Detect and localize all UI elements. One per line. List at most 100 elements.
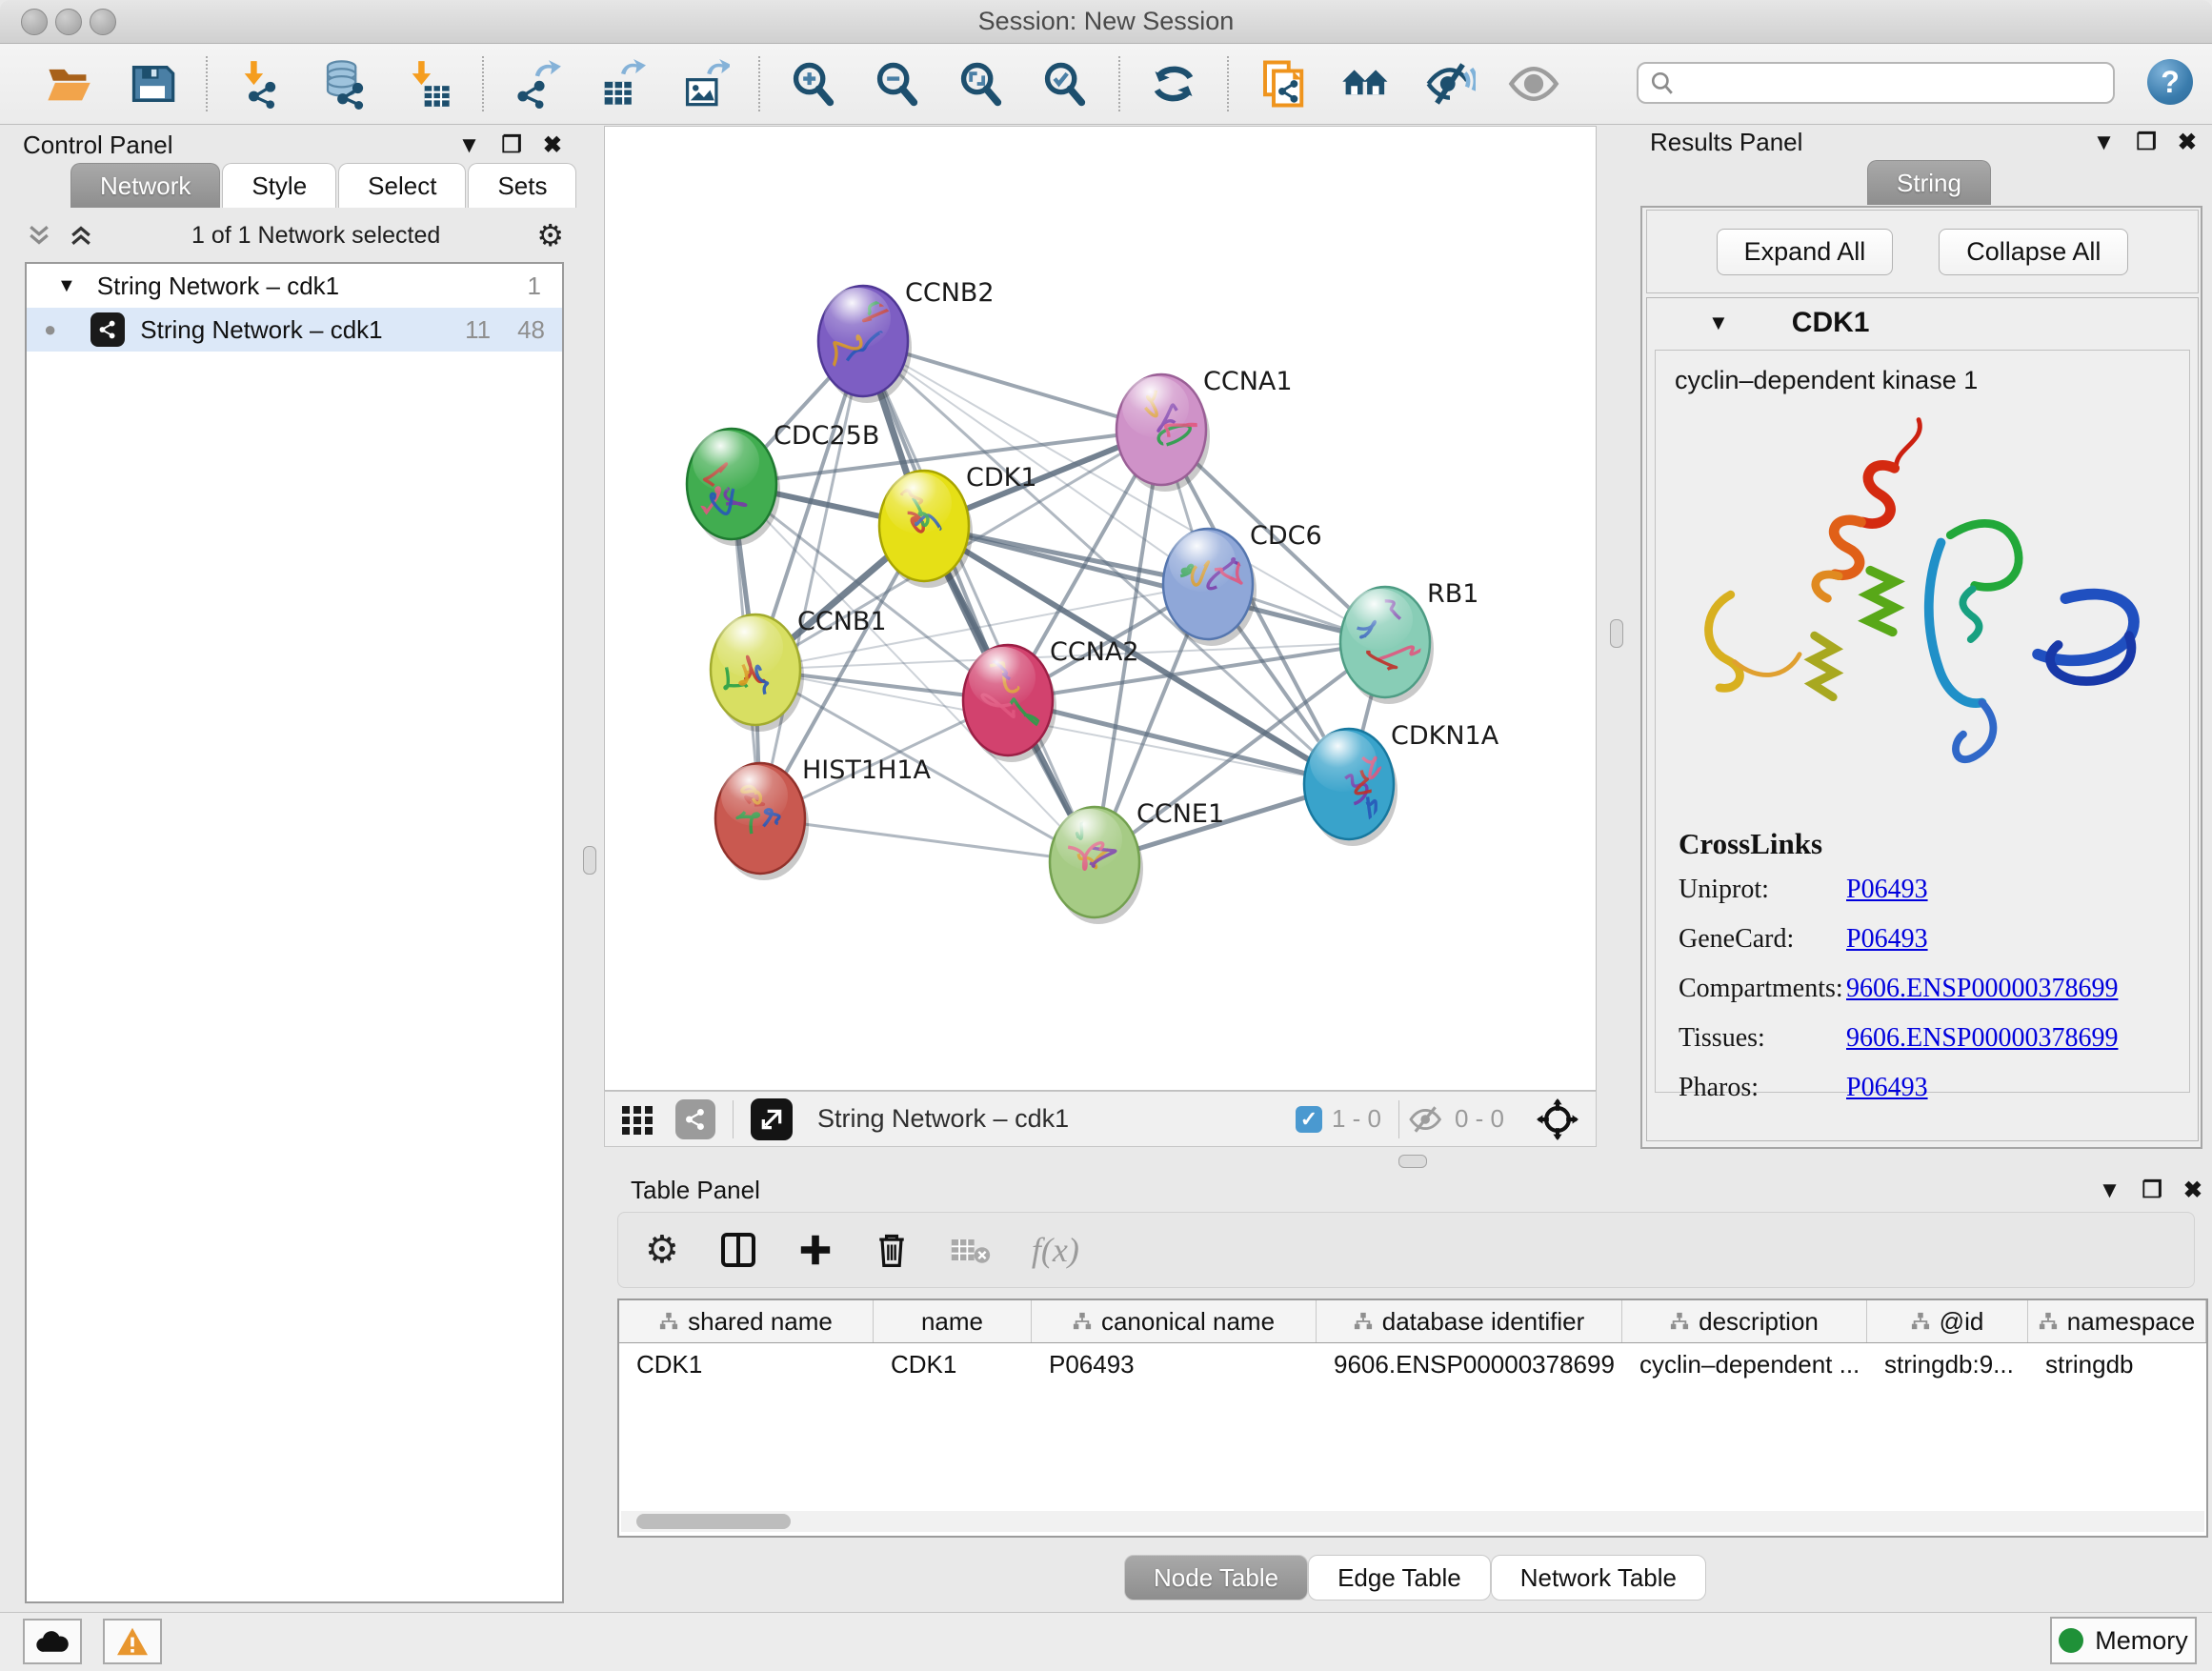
- string-copy-network-icon[interactable]: [1257, 58, 1308, 110]
- grid-view-icon[interactable]: [620, 1102, 654, 1137]
- function-builder-icon[interactable]: f(x): [1032, 1230, 1079, 1270]
- splitter-left-grip[interactable]: [583, 846, 596, 875]
- export-network-icon[interactable]: [512, 58, 563, 110]
- import-network-icon[interactable]: [235, 58, 287, 110]
- network-options-gear-icon[interactable]: ⚙: [536, 217, 564, 253]
- table-cell[interactable]: CDK1: [874, 1343, 1032, 1385]
- table-panel-float-icon[interactable]: ❐: [2142, 1179, 2162, 1202]
- control-panel-float-icon[interactable]: ❐: [501, 134, 522, 157]
- network-node-RB1[interactable]: [1340, 587, 1434, 704]
- tab-network[interactable]: Network: [70, 163, 220, 208]
- crosslink-link[interactable]: P06493: [1846, 875, 1928, 905]
- string-home-icon[interactable]: [1340, 58, 1392, 110]
- table-cell[interactable]: stringdb: [2028, 1343, 2206, 1385]
- tab-node-table[interactable]: Node Table: [1124, 1555, 1308, 1601]
- table-panel-close-icon[interactable]: ✖: [2183, 1179, 2202, 1202]
- apply-layout-icon[interactable]: [1148, 58, 1199, 110]
- memory-label: Memory: [2095, 1626, 2188, 1656]
- table-row[interactable]: CDK1CDK1P064939606.ENSP00000378699cyclin…: [619, 1343, 2206, 1385]
- hidden-items-eye-icon[interactable]: [1407, 1104, 1445, 1135]
- results-panel-float-icon[interactable]: ❐: [2136, 131, 2157, 154]
- network-graph[interactable]: CCNB2CCNA1CDC25BCDK1CDC6RB1CCNB1CCNA2CDK…: [605, 127, 1596, 1090]
- network-canvas[interactable]: CCNB2CCNA1CDC25BCDK1CDC6RB1CCNB1CCNA2CDK…: [604, 126, 1597, 1091]
- network-node-CDK1[interactable]: [879, 471, 973, 588]
- network-node-HIST1H1A[interactable]: [715, 763, 809, 880]
- string-eye-icon[interactable]: [1508, 58, 1559, 110]
- control-panel-menu-icon[interactable]: ▼: [458, 134, 481, 157]
- crosslink-link[interactable]: P06493: [1846, 1073, 1928, 1103]
- export-image-icon[interactable]: [679, 58, 731, 110]
- table-settings-gear-icon[interactable]: ⚙: [645, 1228, 679, 1272]
- tab-sets[interactable]: Sets: [468, 163, 576, 208]
- network-node-CCNB1[interactable]: [711, 614, 804, 732]
- column-header-name[interactable]: name: [874, 1300, 1032, 1342]
- open-in-window-icon[interactable]: [751, 1098, 793, 1140]
- show-columns-icon[interactable]: [719, 1231, 757, 1269]
- column-header-description[interactable]: description: [1622, 1300, 1867, 1342]
- crosslink-link[interactable]: P06493: [1846, 924, 1928, 955]
- collapse-all-icon[interactable]: [25, 221, 53, 250]
- tab-edge-table[interactable]: Edge Table: [1308, 1555, 1491, 1601]
- search-input[interactable]: [1684, 69, 2088, 97]
- network-node-CDKN1A[interactable]: [1304, 729, 1398, 846]
- selected-nodes-checkbox-icon[interactable]: ✓: [1296, 1106, 1322, 1133]
- search-box: [1637, 62, 2115, 104]
- splitter-bottom-grip[interactable]: [1398, 1155, 1427, 1168]
- expand-all-icon[interactable]: [67, 221, 95, 250]
- results-panel-menu-icon[interactable]: ▼: [2093, 131, 2116, 154]
- string-eye-slash-icon[interactable]: [1424, 58, 1476, 110]
- column-header-shared-name[interactable]: shared name: [619, 1300, 874, 1342]
- table-cell[interactable]: CDK1: [619, 1343, 874, 1385]
- birds-eye-crosshair-icon[interactable]: [1537, 1098, 1579, 1140]
- network-node-CCNE1[interactable]: [1050, 807, 1143, 924]
- collapse-all-button[interactable]: Collapse All: [1939, 229, 2128, 275]
- save-session-icon[interactable]: [127, 58, 178, 110]
- memory-button[interactable]: Memory: [2050, 1617, 2197, 1664]
- network-share-view-icon[interactable]: [675, 1099, 715, 1139]
- tab-string[interactable]: String: [1867, 160, 1991, 205]
- table-panel-menu-icon[interactable]: ▼: [2099, 1179, 2122, 1202]
- tab-style[interactable]: Style: [222, 163, 336, 208]
- import-table-icon[interactable]: [403, 58, 454, 110]
- zoom-out-icon[interactable]: [872, 58, 923, 110]
- column-header-database-identifier[interactable]: database identifier: [1317, 1300, 1622, 1342]
- delete-table-icon[interactable]: [950, 1234, 992, 1266]
- splitter-right-grip[interactable]: [1610, 619, 1623, 648]
- delete-column-icon[interactable]: [874, 1231, 910, 1269]
- network-node-CCNA2[interactable]: [963, 645, 1056, 762]
- network-node-CCNA1[interactable]: [1116, 374, 1210, 492]
- crosslink-link[interactable]: 9606.ENSP00000378699: [1846, 974, 2118, 1004]
- results-panel-close-icon[interactable]: ✖: [2178, 131, 2197, 154]
- help-button[interactable]: ?: [2147, 59, 2193, 105]
- network-edge-HIST1H1A-CCNE1[interactable]: [760, 818, 1095, 862]
- expand-all-button[interactable]: Expand All: [1717, 229, 1894, 275]
- network-node-CCNB2[interactable]: [818, 286, 912, 403]
- zoom-selected-icon[interactable]: [1039, 58, 1091, 110]
- cloud-button[interactable]: [23, 1619, 82, 1664]
- collection-disclosure-icon[interactable]: ▼: [57, 275, 76, 297]
- export-table-icon[interactable]: [595, 58, 647, 110]
- table-cell[interactable]: cyclin–dependent ...: [1622, 1343, 1867, 1385]
- table-cell[interactable]: 9606.ENSP00000378699: [1317, 1343, 1622, 1385]
- open-session-icon[interactable]: [43, 58, 94, 110]
- control-panel-close-icon[interactable]: ✖: [543, 134, 562, 157]
- network-edge-CCNB2-HIST1H1A[interactable]: [760, 341, 863, 818]
- column-header-@id[interactable]: @id: [1867, 1300, 2028, 1342]
- crosslink-link[interactable]: 9606.ENSP00000378699: [1846, 1023, 2118, 1054]
- gene-disclosure-icon[interactable]: ▼: [1708, 311, 1729, 335]
- network-row-selected[interactable]: ● String Network – cdk1 11 48: [27, 308, 562, 352]
- network-collection-row[interactable]: ▼ String Network – cdk1 1: [27, 264, 562, 308]
- add-column-icon[interactable]: [797, 1232, 834, 1268]
- zoom-in-icon[interactable]: [788, 58, 839, 110]
- scrollbar-thumb[interactable]: [636, 1514, 791, 1529]
- import-network-database-icon[interactable]: [319, 58, 371, 110]
- column-header-namespace[interactable]: namespace: [2028, 1300, 2206, 1342]
- table-horizontal-scrollbar[interactable]: [621, 1511, 2204, 1532]
- warnings-button[interactable]: [103, 1619, 162, 1664]
- zoom-fit-icon[interactable]: [955, 58, 1007, 110]
- tab-select[interactable]: Select: [338, 163, 466, 208]
- table-cell[interactable]: stringdb:9...: [1867, 1343, 2028, 1385]
- table-cell[interactable]: P06493: [1032, 1343, 1317, 1385]
- tab-network-table[interactable]: Network Table: [1491, 1555, 1706, 1601]
- column-header-canonical-name[interactable]: canonical name: [1032, 1300, 1317, 1342]
